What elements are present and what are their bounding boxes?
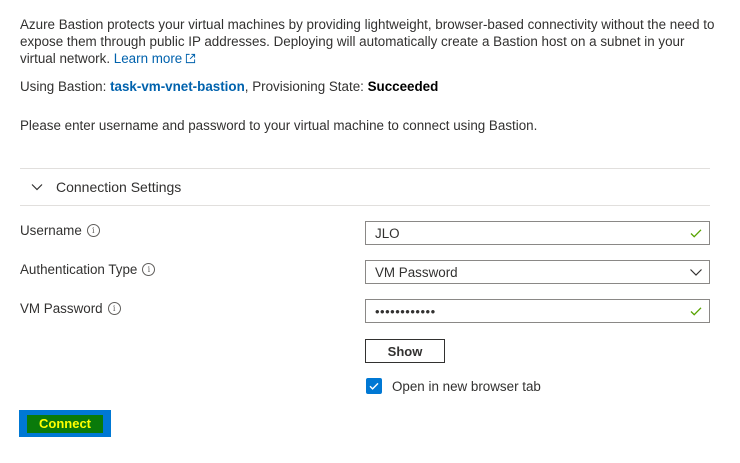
auth-type-label: Authentication Type [20,262,138,277]
username-label: Username [20,223,82,238]
open-new-tab-label: Open in new browser tab [392,378,541,394]
password-label: VM Password [20,301,103,316]
section-divider-bottom [20,205,710,206]
external-link-icon [186,53,196,64]
show-password-button[interactable]: Show [365,339,445,363]
connect-button[interactable]: Connect [27,414,103,433]
connect-button-frame[interactable]: Connect [19,410,111,437]
intro-paragraph: Azure Bastion protects your virtual mach… [20,16,720,67]
info-icon[interactable]: i [86,224,100,237]
password-field[interactable]: •••••••••••• [365,299,710,323]
username-label-row: Username i [20,223,100,238]
password-label-row: VM Password i [20,301,121,316]
bastion-status-line: Using Bastion: task-vm-vnet-bastion, Pro… [20,78,438,95]
section-title: Connection Settings [56,179,182,195]
username-field[interactable]: JLO [365,221,710,245]
info-icon[interactable]: i [142,263,156,276]
section-divider-top [20,168,710,169]
provisioning-state-label: , Provisioning State: [244,79,364,94]
connection-settings-toggle[interactable]: Connection Settings [30,177,181,197]
auth-type-value: VM Password [375,264,458,280]
auth-type-label-row: Authentication Type i [20,262,156,277]
chevron-down-icon [690,269,702,276]
checkmark-icon [690,229,702,238]
instructions-text: Please enter username and password to yo… [20,118,538,133]
auth-type-select[interactable]: VM Password [365,260,710,284]
bastion-connect-page: Azure Bastion protects your virtual mach… [0,0,740,463]
using-bastion-label: Using Bastion: [20,79,107,94]
checkmark-icon [369,382,379,390]
info-icon[interactable]: i [107,302,121,315]
chevron-down-icon [31,184,43,191]
open-new-tab-option[interactable]: Open in new browser tab [366,378,541,394]
open-new-tab-checkbox[interactable] [366,378,382,394]
bastion-name-link[interactable]: task-vm-vnet-bastion [110,79,245,94]
learn-more-link[interactable]: Learn more [114,51,196,66]
username-value: JLO [375,225,400,241]
password-value: •••••••••••• [375,303,436,319]
provisioning-state-value: Succeeded [367,79,439,94]
checkmark-icon [690,307,702,316]
